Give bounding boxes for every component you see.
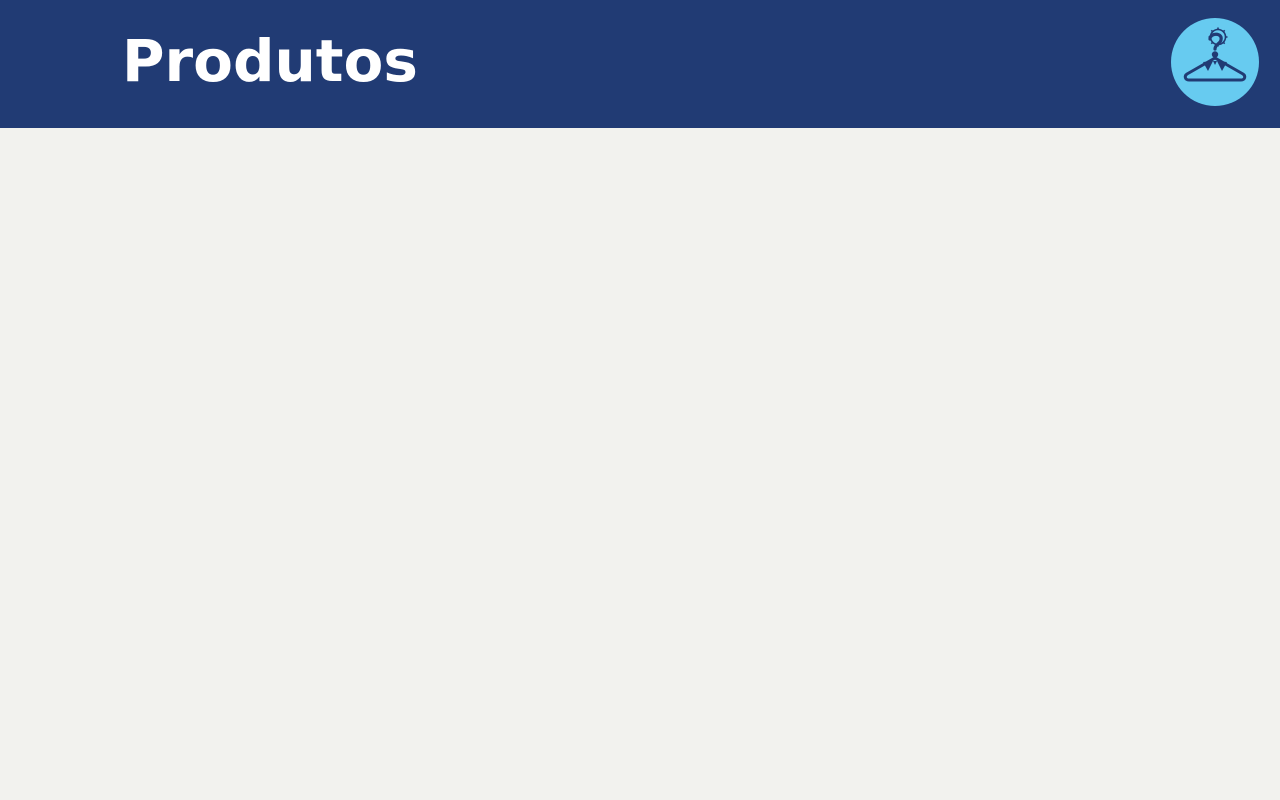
page-header: Produtos — [0, 0, 1280, 128]
hanger-gear-question-icon — [1171, 18, 1259, 106]
app-logo[interactable] — [1171, 18, 1259, 106]
main-content-area — [0, 128, 1280, 800]
page-title: Produtos — [122, 27, 418, 95]
